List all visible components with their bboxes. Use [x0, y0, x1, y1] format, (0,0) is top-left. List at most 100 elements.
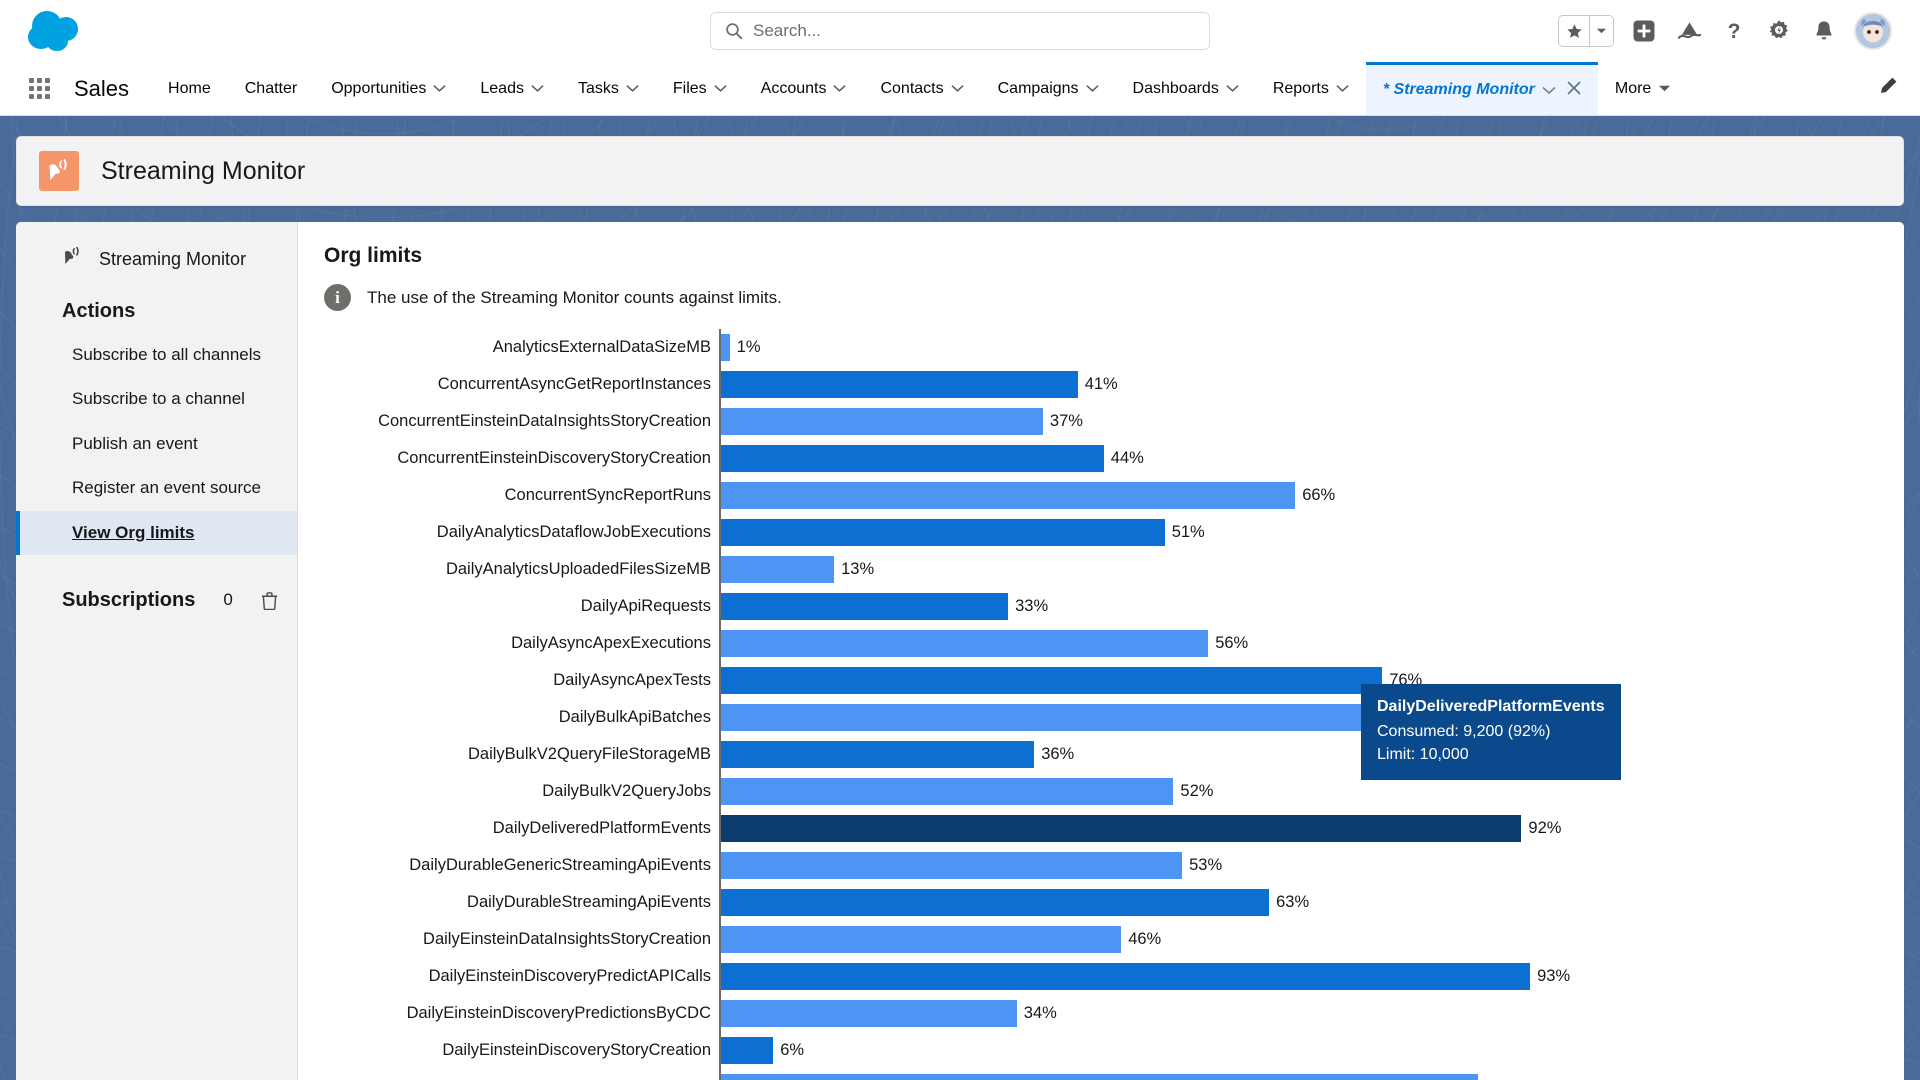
chart-row[interactable]: DailyBulkV2QueryJobs 52%: [324, 773, 1878, 810]
global-search: [710, 12, 1210, 50]
tab-streaming-monitor[interactable]: * Streaming Monitor: [1365, 62, 1598, 115]
nav-item-contacts[interactable]: Contacts: [863, 62, 980, 115]
trailhead-button[interactable]: [1674, 16, 1704, 46]
chart-row[interactable]: DailyEinsteinDiscoveryPredictionsByCDC 34…: [324, 995, 1878, 1032]
gear-icon[interactable]: [1764, 16, 1794, 46]
chart-category-label: ConcurrentAsyncGetReportInstances: [437, 375, 711, 393]
chart-bar[interactable]: [721, 630, 1209, 657]
chevron-down-icon[interactable]: [833, 84, 847, 93]
chart-bar[interactable]: [721, 334, 730, 361]
chart-row[interactable]: DailyBulkV2QueryFileStorageMB 36%: [324, 736, 1878, 773]
chart-bar[interactable]: [721, 445, 1104, 472]
notifications-bell-icon[interactable]: [1809, 16, 1839, 46]
caret-down-icon[interactable]: [1658, 84, 1671, 93]
chevron-down-icon[interactable]: [433, 84, 446, 93]
chart-bar[interactable]: [721, 482, 1296, 509]
favorites-star-button[interactable]: [1559, 16, 1589, 46]
close-icon[interactable]: [1567, 81, 1581, 100]
chart-row[interactable]: DailyAnalyticsDataflowJobExecutions 51%: [324, 514, 1878, 551]
chart-row[interactable]: ConcurrentSyncReportRuns 66%: [324, 477, 1878, 514]
sidebar-actions-heading: Actions: [62, 300, 136, 322]
chart-bar[interactable]: [721, 704, 1522, 731]
chart-row[interactable]: DailyBulkApiBatches: [324, 699, 1878, 736]
chart-bar[interactable]: [721, 926, 1122, 953]
sidebar-item-subscribe-all-channels[interactable]: Subscribe to all channels: [16, 333, 297, 377]
sidebar-item-register-event-source[interactable]: Register an event source: [16, 466, 297, 510]
nav-item-accounts[interactable]: Accounts: [744, 62, 864, 115]
chart-bar[interactable]: [721, 667, 1383, 694]
chart-bar[interactable]: [721, 408, 1043, 435]
chart-row[interactable]: DailyFieldServiceAppAutomatedTriggerCall…: [324, 1069, 1878, 1080]
chart-bar[interactable]: [721, 1037, 774, 1064]
chart-bar[interactable]: [721, 963, 1531, 990]
chart-bar[interactable]: [721, 519, 1165, 546]
nav-item-label: Contacts: [880, 79, 944, 97]
chevron-down-icon[interactable]: [1226, 84, 1239, 93]
chart-row[interactable]: DailyDeliveredPlatformEvents 92%: [324, 810, 1878, 847]
nav-item-campaigns[interactable]: Campaigns: [981, 62, 1116, 115]
chart-row[interactable]: DailyDurableStreamingApiEvents 63%: [324, 884, 1878, 921]
chart-bar[interactable]: [721, 556, 835, 583]
chart-bar[interactable]: [721, 741, 1035, 768]
chart-bar-track: 33%: [719, 588, 1878, 625]
nav-item-home[interactable]: Home: [151, 62, 228, 115]
nav-item-leads[interactable]: Leads: [463, 62, 561, 115]
chart-bar[interactable]: [721, 593, 1009, 620]
global-header: ?: [0, 0, 1920, 62]
chart-bar[interactable]: [721, 852, 1183, 879]
nav-item-opportunities[interactable]: Opportunities: [314, 62, 463, 115]
chart-row[interactable]: DailyEinsteinDiscoveryPredictAPICalls 93%: [324, 958, 1878, 995]
global-actions-button[interactable]: [1629, 16, 1659, 46]
chart-bar[interactable]: [721, 371, 1078, 398]
app-name[interactable]: Sales: [60, 62, 151, 115]
nav-item-chatter[interactable]: Chatter: [228, 62, 314, 115]
chart-bar[interactable]: [721, 1000, 1017, 1027]
chart-bar-track: 76%: [719, 662, 1878, 699]
chart-row[interactable]: DailyEinsteinDiscoveryStoryCreation 6%: [324, 1032, 1878, 1069]
chart-row[interactable]: ConcurrentEinsteinDataInsightsStoryCreat…: [324, 403, 1878, 440]
nav-item-files[interactable]: Files: [656, 62, 744, 115]
favorites-dropdown-button[interactable]: [1589, 16, 1613, 46]
sidebar-item-subscribe-a-channel[interactable]: Subscribe to a channel: [16, 377, 297, 421]
chart-row[interactable]: DailyAnalyticsUploadedFilesSizeMB 13%: [324, 551, 1878, 588]
nav-item-tasks[interactable]: Tasks: [561, 62, 656, 115]
chart-bar[interactable]: [721, 815, 1522, 842]
chevron-down-icon[interactable]: [531, 84, 544, 93]
chevron-down-icon[interactable]: [626, 84, 639, 93]
chart-row[interactable]: DailyApiRequests 33%: [324, 588, 1878, 625]
chart-bar[interactable]: [721, 778, 1174, 805]
sidebar-item-view-org-limits[interactable]: View Org limits: [16, 510, 297, 555]
chart-row[interactable]: DailyAsyncApexExecutions 56%: [324, 625, 1878, 662]
app-launcher-button[interactable]: [18, 62, 60, 115]
chart-bar-track: 6%: [719, 1032, 1878, 1069]
chart-value-label: 53%: [1189, 856, 1223, 874]
tab-label: * Streaming Monitor: [1382, 81, 1535, 98]
help-button[interactable]: ?: [1719, 16, 1749, 46]
salesforce-cloud-logo[interactable]: [24, 9, 86, 53]
sidebar-item-publish-an-event[interactable]: Publish an event: [16, 422, 297, 466]
chevron-down-icon[interactable]: [1085, 84, 1099, 93]
chart-row[interactable]: ConcurrentEinsteinDiscoveryStoryCreation…: [324, 440, 1878, 477]
chart-row[interactable]: DailyDurableGenericStreamingApiEvents 53%: [324, 847, 1878, 884]
chart-value-label: 34%: [1023, 1004, 1057, 1022]
chart-bar[interactable]: [721, 889, 1270, 916]
chart-row[interactable]: AnalyticsExternalDataSizeMB 1%: [324, 329, 1878, 366]
search-input[interactable]: [753, 21, 1195, 41]
chevron-down-icon[interactable]: [951, 84, 964, 93]
chart-bar[interactable]: [721, 1074, 1478, 1080]
chart-row[interactable]: ConcurrentAsyncGetReportInstances 41%: [324, 366, 1878, 403]
search-box[interactable]: [710, 12, 1210, 50]
chart-row[interactable]: DailyAsyncApexTests 76%: [324, 662, 1878, 699]
chevron-down-icon[interactable]: [1336, 84, 1349, 93]
chart-bar-track: 53%: [719, 847, 1878, 884]
chart-row[interactable]: DailyEinsteinDataInsightsStoryCreation 46…: [324, 921, 1878, 958]
chevron-down-icon[interactable]: [714, 84, 727, 93]
nav-item-more[interactable]: More: [1598, 62, 1688, 115]
chart-bar-track: 93%: [719, 958, 1878, 995]
nav-item-dashboards[interactable]: Dashboards: [1116, 62, 1256, 115]
user-avatar[interactable]: [1854, 12, 1892, 50]
edit-navigation-button[interactable]: [1856, 62, 1920, 115]
trash-icon[interactable]: [261, 591, 278, 610]
chevron-down-icon[interactable]: [1542, 86, 1556, 95]
nav-item-reports[interactable]: Reports: [1256, 62, 1366, 115]
